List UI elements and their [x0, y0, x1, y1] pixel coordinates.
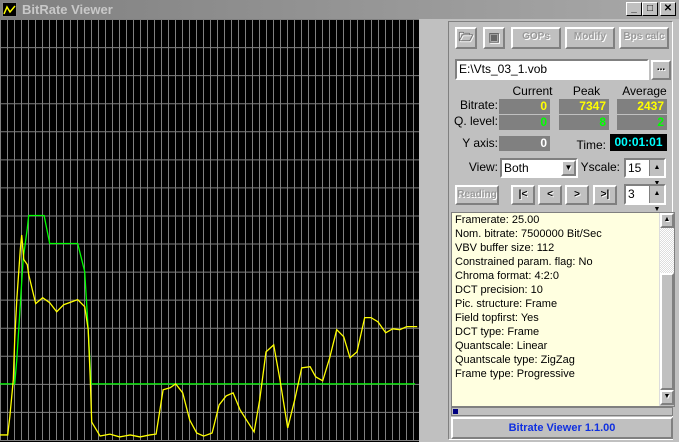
minimize-button[interactable]: _	[626, 2, 642, 16]
modify-button[interactable]: Modify	[565, 27, 615, 49]
info-line: VBV buffer size: 112	[455, 242, 555, 254]
qlevel-current: 0	[499, 115, 550, 130]
progress-bar	[451, 407, 673, 416]
info-line: Nom. bitrate: 7500000 Bit/Sec	[455, 228, 602, 240]
qlevel-label: Q. level:	[453, 114, 498, 128]
open-file-button[interactable]: 🗁	[455, 27, 477, 49]
scroll-up-icon[interactable]: ▲	[660, 213, 674, 228]
bitrate-label: Bitrate:	[459, 98, 498, 112]
time-display: 00:01:01	[610, 134, 667, 151]
scroll-track[interactable]	[660, 228, 674, 273]
info-line: Field topfirst: Yes	[455, 312, 539, 324]
info-line: Frame type: Progressive	[455, 368, 575, 380]
info-line: Pic. structure: Frame	[455, 298, 558, 310]
yaxis-label: Y axis:	[462, 136, 498, 150]
header-average: Average	[622, 84, 667, 98]
bps-calc-button[interactable]: Bps calc	[619, 27, 669, 49]
reading-button[interactable]: Reading	[455, 185, 499, 205]
qlevel-peak: 8	[559, 115, 609, 130]
footer-version: Bitrate Viewer 1.1.00	[451, 417, 673, 439]
title-bar: BitRate Viewer	[0, 0, 679, 19]
header-peak: Peak	[572, 84, 601, 98]
series-bitrate-line	[0, 235, 418, 438]
info-line: Constrained param. flag: No	[455, 256, 593, 268]
spin-arrows-icon[interactable]: ▲▼	[649, 160, 664, 187]
bitrate-current: 0	[499, 99, 550, 114]
step-stepper[interactable]: 3 ▲ ▼	[624, 184, 666, 213]
scroll-down-icon[interactable]: ▼	[660, 390, 674, 405]
info-line: Quantscale type: ZigZag	[455, 354, 575, 366]
view-label: View:	[468, 160, 498, 174]
scroll-thumb[interactable]	[660, 273, 674, 390]
gops-button[interactable]: GOPs	[511, 27, 561, 49]
yscale-label: Yscale:	[580, 160, 620, 174]
info-line: Chroma format: 4:2:0	[455, 270, 559, 282]
info-line: DCT type: Frame	[455, 326, 540, 338]
close-button[interactable]: ✕	[660, 2, 676, 16]
progress-fill	[453, 409, 458, 414]
browse-button[interactable]: ...	[651, 60, 671, 80]
bitrate-chart	[0, 19, 419, 442]
floppy-disk-icon: ▣	[488, 30, 500, 44]
bitrate-peak: 7347	[559, 99, 609, 114]
spin-arrows-icon[interactable]: ▲▼	[649, 186, 664, 213]
info-line: Quantscale: Linear	[455, 340, 548, 352]
info-line: DCT precision: 10	[455, 284, 543, 296]
app-icon	[2, 2, 17, 17]
stream-info-list: Framerate: 25.00 Nom. bitrate: 7500000 Bi…	[451, 212, 675, 407]
yscale-stepper[interactable]: 15 ▲▼	[624, 158, 666, 187]
step-value: 3	[628, 187, 635, 201]
yaxis-value: 0	[499, 136, 550, 151]
window-title: BitRate Viewer	[22, 2, 113, 17]
view-value: Both	[504, 161, 529, 175]
time-label: Time:	[576, 138, 606, 152]
file-path-input[interactable]: E:\Vts_03_1.vob	[455, 59, 649, 80]
last-button[interactable]: >|	[593, 185, 617, 205]
maximize-button[interactable]: □	[642, 2, 658, 16]
qlevel-average: 2	[617, 115, 667, 130]
yscale-value: 15	[628, 161, 642, 175]
header-current: Current	[512, 84, 553, 98]
info-scrollbar[interactable]: ▲ ▼	[659, 213, 674, 406]
first-button[interactable]: |<	[511, 185, 535, 205]
prev-button[interactable]: <	[538, 185, 562, 205]
info-line: Framerate: 25.00	[455, 214, 540, 226]
view-select[interactable]: Both ▼	[500, 158, 578, 178]
save-button[interactable]: ▣	[483, 27, 505, 49]
bitrate-average: 2437	[617, 99, 667, 114]
next-button[interactable]: >	[565, 185, 589, 205]
folder-open-icon: 🗁	[458, 30, 474, 44]
